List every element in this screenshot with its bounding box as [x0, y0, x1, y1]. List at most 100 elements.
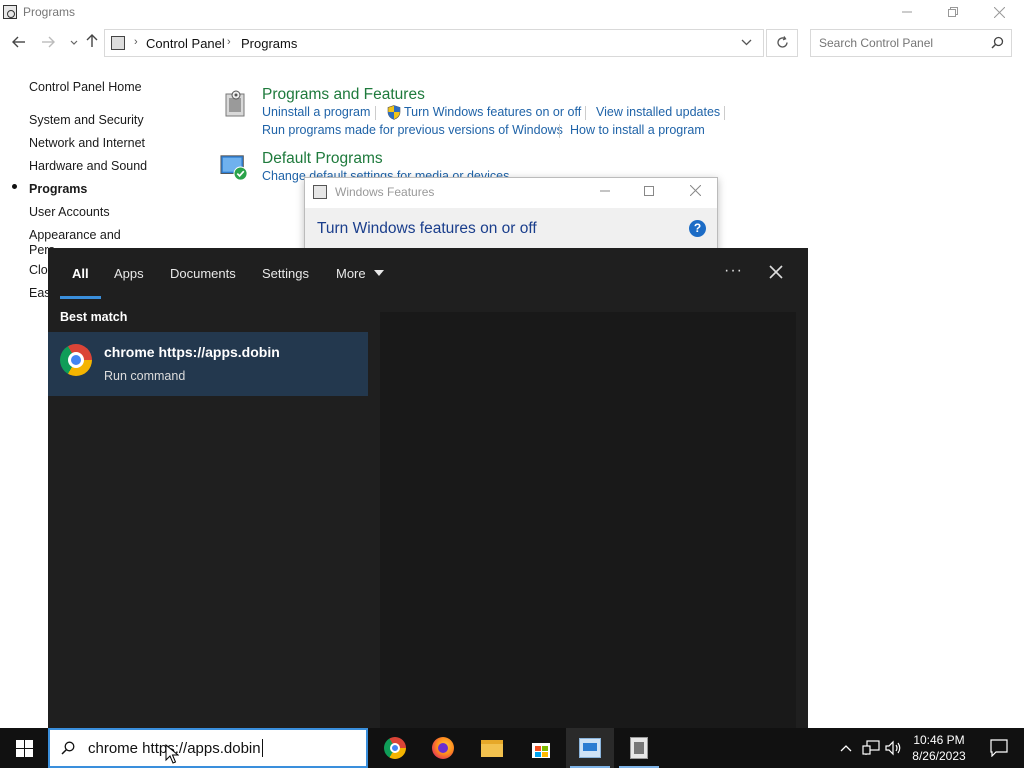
file-explorer-icon — [481, 739, 503, 757]
network-button[interactable] — [860, 728, 882, 768]
search-icon — [991, 36, 1004, 49]
search-icon — [61, 741, 75, 755]
show-hidden-icons-button[interactable] — [836, 728, 856, 768]
network-icon — [862, 740, 880, 755]
sidebar-item-control-panel-home[interactable]: Control Panel Home — [29, 80, 142, 94]
control-panel-icon — [3, 5, 17, 19]
chevron-down-icon — [741, 39, 752, 46]
arrow-left-icon — [12, 36, 25, 48]
programs-and-features-title[interactable]: Programs and Features — [262, 86, 425, 104]
maximize-icon — [644, 186, 654, 196]
result-title: chrome https://apps.dobin — [104, 344, 280, 360]
sidebar-item-clock[interactable]: Clo — [29, 263, 48, 277]
dialog-maximize-button[interactable] — [629, 181, 669, 203]
taskbar-clock[interactable]: 10:46 PM 8/26/2023 — [904, 732, 974, 764]
minimize-button[interactable] — [884, 0, 930, 24]
close-button[interactable] — [976, 0, 1022, 24]
address-dropdown-button[interactable] — [741, 35, 752, 49]
text-caret — [262, 739, 263, 757]
notification-icon — [990, 739, 1008, 757]
sidebar-item-network-and-internet[interactable]: Network and Internet — [29, 136, 145, 150]
taskbar-search-box[interactable]: chrome https://apps.dobin — [48, 728, 368, 768]
chevron-up-icon — [840, 745, 852, 752]
refresh-button[interactable] — [766, 29, 798, 57]
results-column: Best match chrome https://apps.dobin Run… — [48, 302, 368, 728]
volume-button[interactable] — [884, 728, 904, 768]
taskbar-microsoft-store[interactable] — [517, 728, 565, 768]
recent-locations-button[interactable] — [64, 32, 84, 54]
arrow-right-icon — [42, 36, 55, 48]
link-divider — [375, 106, 376, 120]
search-panel: All Apps Documents Settings More ··· Bes… — [48, 248, 808, 728]
breadcrumb-programs[interactable]: Programs — [241, 36, 297, 51]
dialog-close-button[interactable] — [675, 181, 715, 203]
tab-all[interactable]: All — [72, 266, 89, 281]
run-previous-versions-link[interactable]: Run programs made for previous versions … — [262, 123, 563, 137]
sidebar-item-programs[interactable]: Programs — [29, 182, 87, 196]
tab-settings[interactable]: Settings — [262, 266, 309, 281]
firefox-icon — [432, 737, 454, 759]
best-match-result[interactable]: chrome https://apps.dobin Run command — [48, 332, 368, 396]
action-center-button[interactable] — [974, 728, 1024, 768]
back-button[interactable] — [9, 32, 29, 54]
clock-date: 8/26/2023 — [912, 749, 966, 763]
chrome-icon — [384, 737, 406, 759]
taskbar-control-panel[interactable] — [566, 728, 614, 768]
programs-and-features-icon — [225, 90, 245, 117]
dialog-heading: Turn Windows features on or off — [317, 220, 537, 237]
help-icon[interactable]: ? — [689, 220, 706, 237]
mouse-cursor-icon — [165, 744, 179, 764]
link-divider — [585, 106, 586, 120]
forward-button[interactable] — [38, 32, 58, 54]
microsoft-store-icon — [531, 738, 551, 758]
how-to-install-link[interactable]: How to install a program — [570, 123, 705, 137]
clock-time: 10:46 PM — [913, 733, 965, 747]
link-divider — [559, 124, 560, 138]
control-panel-icon — [111, 36, 125, 50]
sidebar-item-appearance[interactable]: Appearance and — [29, 228, 121, 242]
chevron-down-icon — [70, 40, 78, 45]
more-options-icon[interactable]: ··· — [724, 262, 743, 280]
dialog-minimize-button[interactable] — [585, 181, 625, 203]
default-programs-icon — [220, 155, 248, 181]
taskbar-chrome[interactable] — [371, 728, 419, 768]
taskbar-windows-features[interactable] — [615, 728, 663, 768]
restore-button[interactable] — [930, 0, 976, 24]
taskbar: chrome https://apps.dobin 10:46 PM 8/26/… — [0, 728, 1024, 768]
start-button[interactable] — [0, 728, 48, 768]
tab-apps[interactable]: Apps — [114, 266, 144, 281]
up-button[interactable] — [82, 32, 102, 54]
search-tabs: All Apps Documents Settings More ··· — [48, 248, 808, 302]
best-match-heading: Best match — [60, 310, 128, 324]
default-programs-title[interactable]: Default Programs — [262, 150, 383, 168]
sidebar-item-system-and-security[interactable]: System and Security — [29, 113, 144, 127]
search-input[interactable] — [812, 31, 982, 55]
tab-more[interactable]: More — [336, 266, 366, 281]
search-control-panel[interactable] — [810, 29, 1012, 57]
taskbar-firefox[interactable] — [419, 728, 467, 768]
turn-windows-features-link[interactable]: Turn Windows features on or off — [404, 105, 581, 119]
close-icon — [689, 184, 701, 197]
close-icon — [993, 6, 1005, 18]
view-installed-updates-link[interactable]: View installed updates — [596, 105, 720, 119]
uninstall-program-link[interactable]: Uninstall a program — [262, 105, 370, 119]
sidebar-item-user-accounts[interactable]: User Accounts — [29, 205, 110, 219]
result-subtitle: Run command — [104, 369, 186, 383]
taskbar-file-explorer[interactable] — [468, 728, 516, 768]
active-item-bullet — [12, 184, 17, 189]
sidebar-item-hardware-and-sound[interactable]: Hardware and Sound — [29, 159, 147, 173]
chrome-icon — [60, 344, 92, 376]
window-title: Programs — [23, 5, 76, 19]
volume-icon — [885, 740, 901, 756]
tab-documents[interactable]: Documents — [170, 266, 236, 281]
caret-down-icon — [374, 270, 384, 276]
address-bar[interactable]: › Control Panel › Programs — [104, 29, 764, 57]
minimize-icon — [902, 11, 912, 13]
windows-features-icon — [313, 185, 327, 199]
uac-shield-icon — [387, 105, 401, 120]
title-bar: Programs — [0, 0, 1024, 24]
arrow-up-icon — [86, 34, 98, 47]
breadcrumb-control-panel[interactable]: Control Panel — [146, 36, 225, 51]
close-icon[interactable] — [766, 262, 786, 282]
control-panel-icon — [579, 738, 601, 758]
